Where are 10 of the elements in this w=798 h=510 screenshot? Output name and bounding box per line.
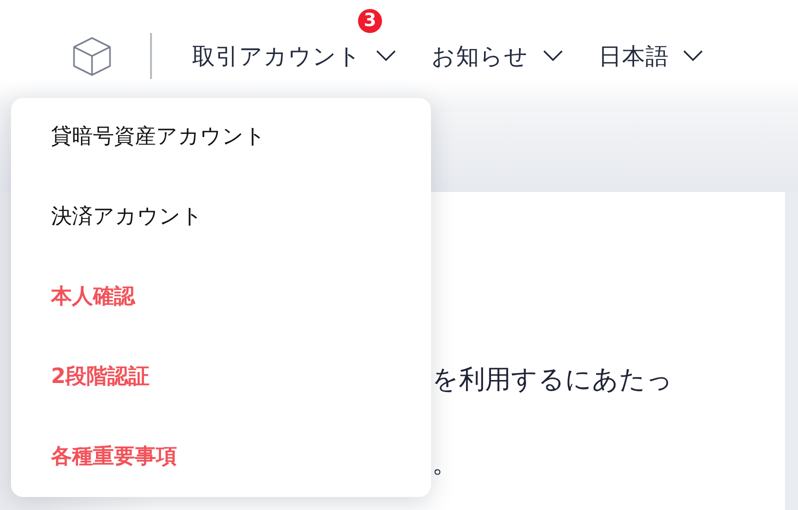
nav-menu[interactable]: 日本語 — [598, 40, 703, 72]
chevron-down-icon — [376, 50, 396, 62]
body-text: を利用するにあたっ — [432, 364, 673, 397]
cube-icon[interactable] — [71, 35, 113, 77]
notification-badge: 3 — [358, 8, 382, 32]
chevron-down-icon — [542, 50, 562, 62]
nav-menu[interactable]: お知らせ — [432, 40, 562, 72]
menu-item[interactable]: 決済アカウント — [11, 194, 431, 274]
chevron-down-icon — [683, 50, 703, 62]
body-text: 。 — [432, 448, 458, 481]
